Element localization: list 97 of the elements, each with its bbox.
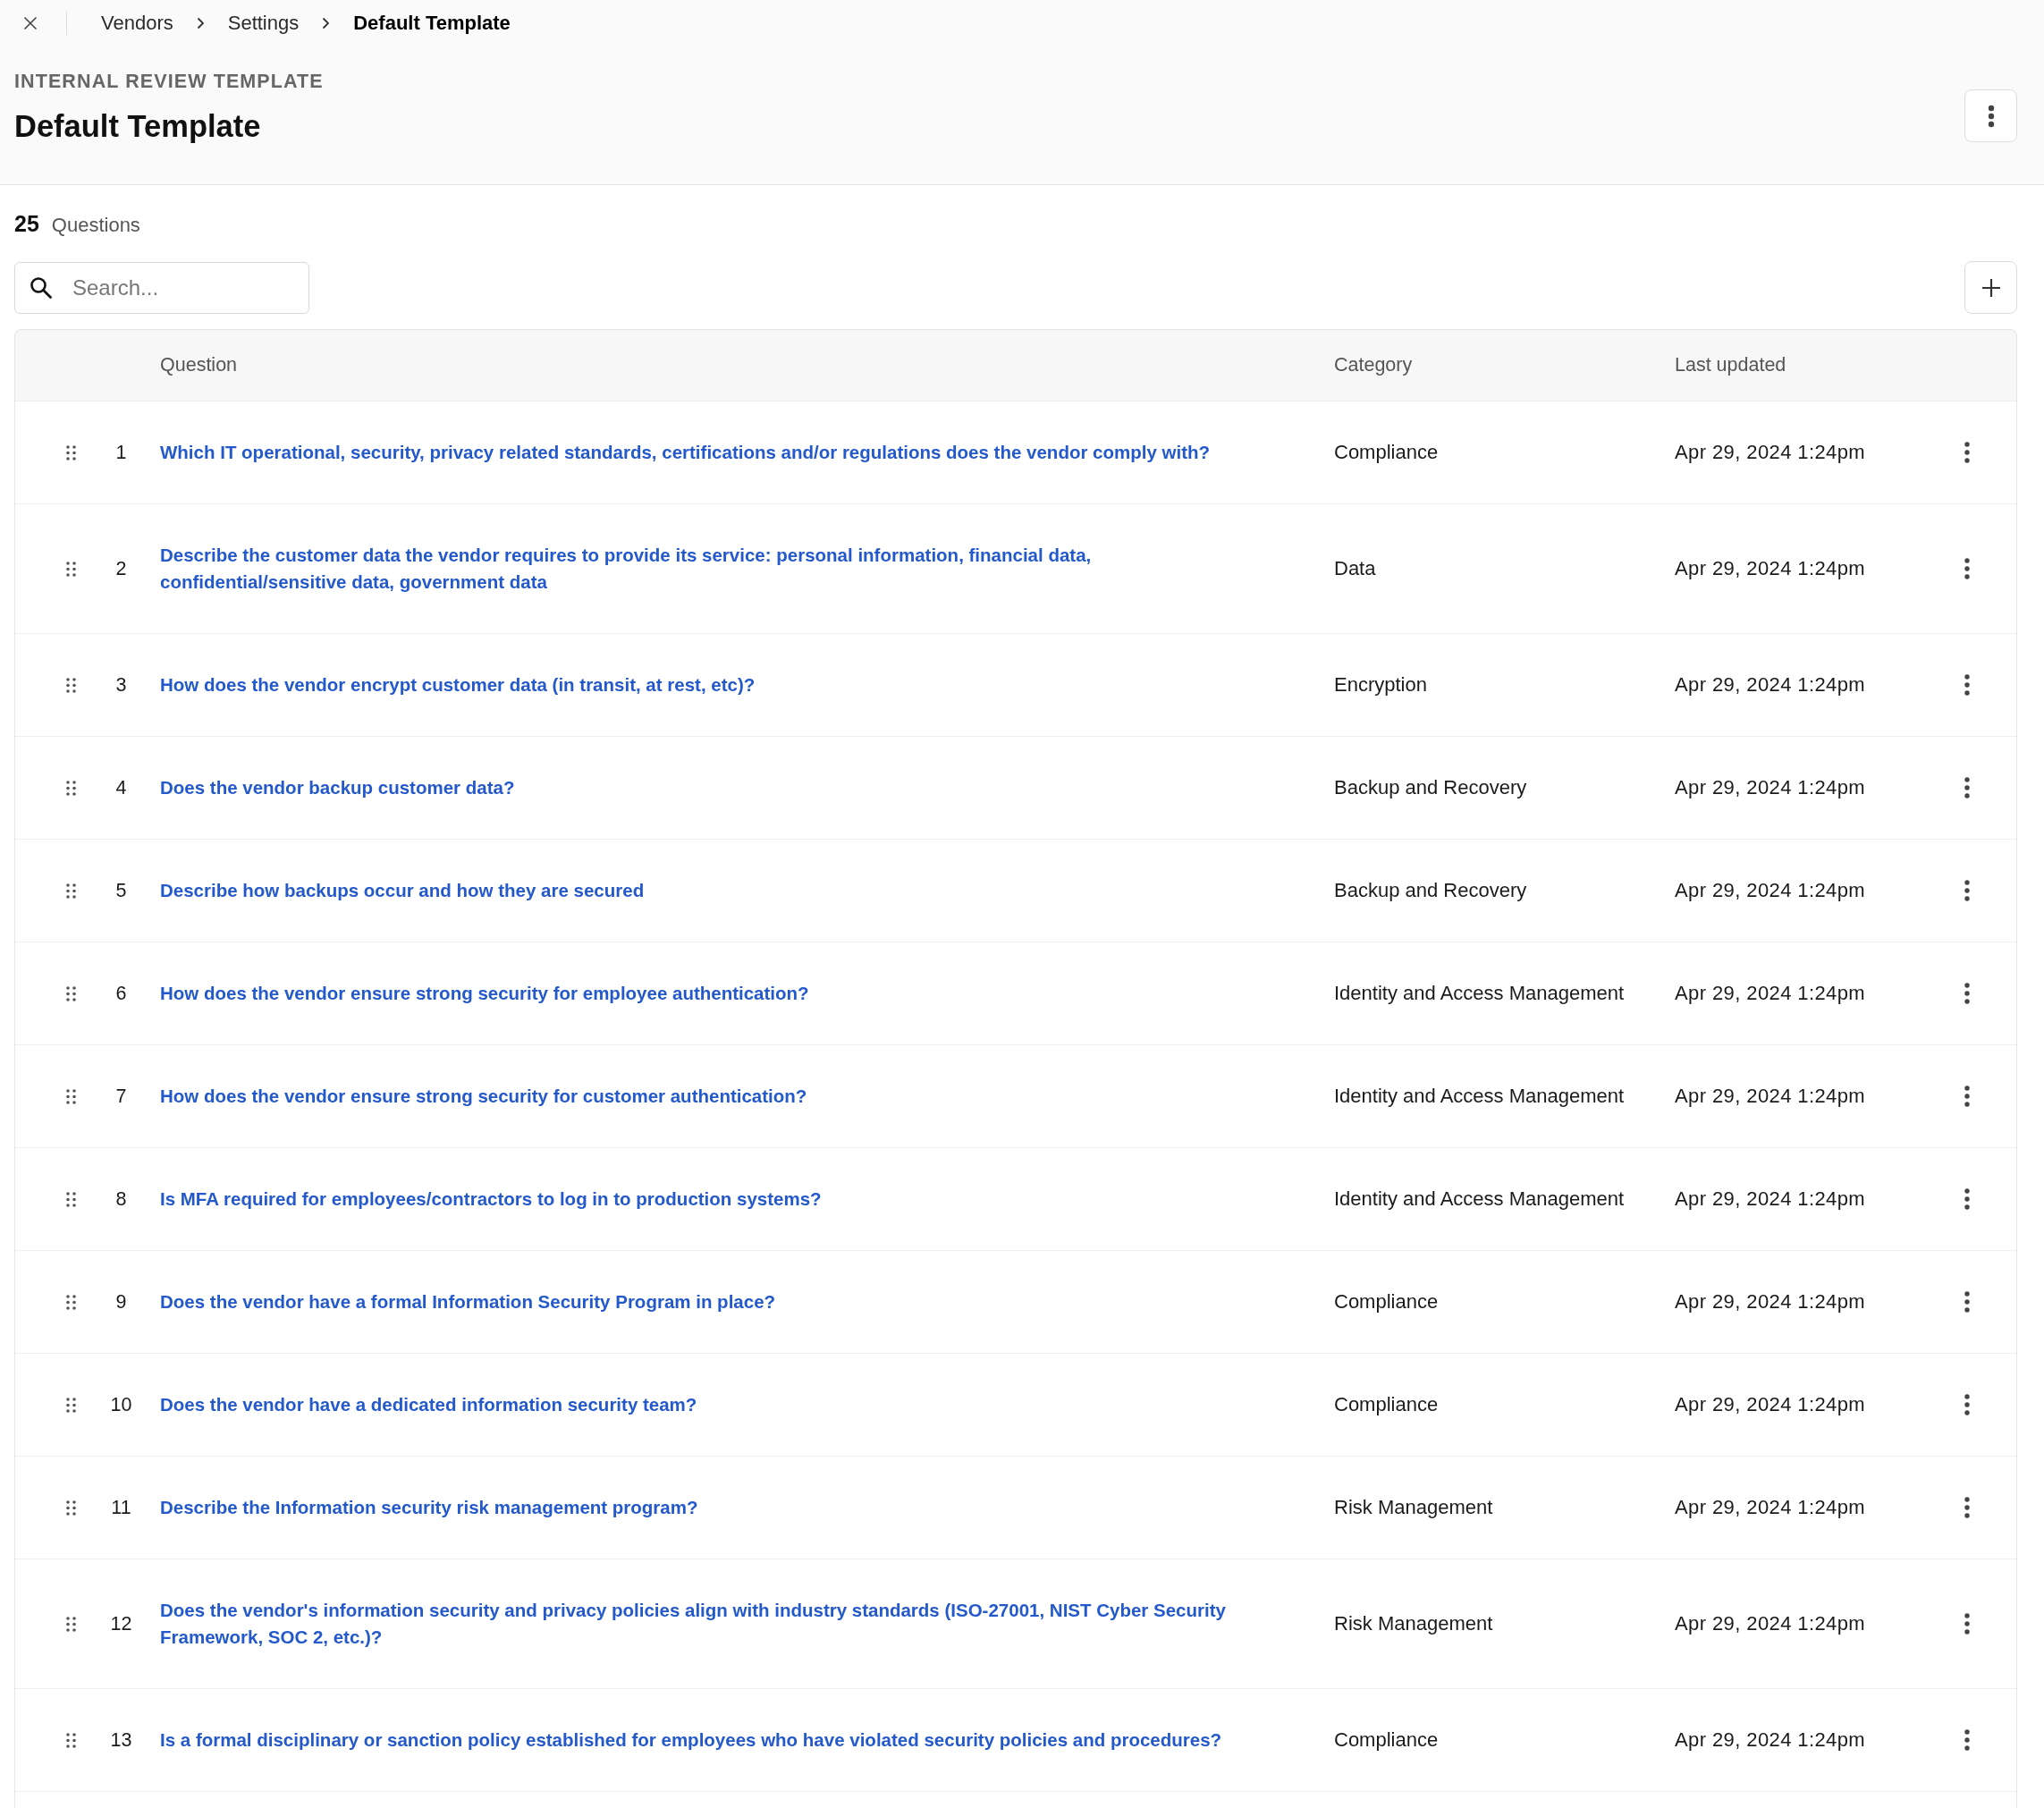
question-link[interactable]: Describe the Information security risk management program?	[160, 1494, 698, 1521]
column-header[interactable]: Last updated	[1675, 354, 1786, 376]
updated-date: Apr 29, 2024 1:24pm	[1675, 1289, 1866, 1314]
question-link[interactable]: Describe the customer data the vendor requires to provide its service: personal information, financial data, confidential/sensitive data, government data	[160, 542, 1255, 596]
updated-date: Apr 29, 2024 1:24pm	[1675, 440, 1866, 465]
more-icon	[1987, 104, 1995, 128]
row-number: 8	[115, 1187, 127, 1212]
drag-handle-icon[interactable]	[66, 677, 76, 693]
page-title: Default Template	[14, 108, 261, 144]
more-icon[interactable]	[1964, 880, 1970, 901]
updated-date: Apr 29, 2024 1:24pm	[1675, 878, 1866, 903]
chevron-right-icon	[322, 17, 331, 30]
updated-date: Apr 29, 2024 1:24pm	[1675, 556, 1866, 581]
category-label: Encryption	[1334, 672, 1427, 697]
row-number: 3	[115, 673, 127, 697]
add-button[interactable]	[1964, 261, 2017, 314]
category-label: Data	[1334, 556, 1376, 581]
more-icon[interactable]	[1964, 1729, 1970, 1751]
updated-date: Apr 29, 2024 1:24pm	[1675, 775, 1866, 800]
row-number: 2	[115, 557, 127, 581]
row-number: 7	[115, 1085, 127, 1109]
row-number: 4	[115, 776, 127, 800]
category-label: Compliance	[1334, 1289, 1439, 1314]
category-label: Identity and Access Management	[1334, 1084, 1625, 1109]
close-icon[interactable]	[23, 16, 38, 30]
row-number: 13	[110, 1728, 132, 1753]
category-label: Risk Management	[1334, 1495, 1493, 1520]
drag-handle-icon[interactable]	[66, 1500, 76, 1516]
category-label: Compliance	[1334, 440, 1439, 465]
row-number: 9	[115, 1290, 127, 1314]
drag-handle-icon[interactable]	[66, 1732, 76, 1748]
drag-handle-icon[interactable]	[66, 883, 76, 899]
question-link[interactable]: Does the vendor have a dedicated information security team?	[160, 1391, 697, 1418]
updated-date: Apr 29, 2024 1:24pm	[1675, 1495, 1866, 1520]
updated-date: Apr 29, 2024 1:24pm	[1675, 1611, 1866, 1636]
row-number: 5	[115, 879, 127, 903]
column-header[interactable]: Question	[146, 354, 238, 376]
drag-handle-icon[interactable]	[66, 780, 76, 796]
question-link[interactable]: How does the vendor ensure strong security for customer authentication?	[160, 1083, 807, 1110]
category-label: Risk Management	[1334, 1611, 1493, 1636]
more-icon[interactable]	[1964, 1394, 1970, 1415]
question-link[interactable]: Which IT operational, security, privacy related standards, certifications and/or regulations does the vendor comply with?	[160, 439, 1211, 466]
question-count: 25	[14, 210, 39, 237]
drag-handle-icon[interactable]	[66, 1088, 76, 1104]
more-icon[interactable]	[1964, 558, 1970, 579]
breadcrumb-link[interactable]: Default Template	[353, 12, 511, 35]
chevron-right-icon	[196, 17, 205, 30]
plus-icon	[1981, 277, 2001, 298]
question-link[interactable]: Is a formal disciplinary or sanction policy established for employees who have violated security policies and procedures?	[160, 1727, 1222, 1753]
more-button[interactable]	[1964, 89, 2017, 142]
search-field[interactable]: Search...	[14, 261, 309, 314]
more-icon[interactable]	[1964, 983, 1970, 1004]
question-link[interactable]: Does the vendor's information security and privacy policies align with industry standards (ISO-27001, NIST Cyber Security Framework, SOC 2, etc.)?	[160, 1597, 1255, 1651]
row-number: 12	[110, 1612, 132, 1636]
drag-handle-icon[interactable]	[66, 1397, 76, 1413]
question-link[interactable]: Is MFA required for employees/contractors to log in to production systems?	[160, 1186, 822, 1212]
breadcrumb-link[interactable]: Vendors	[101, 12, 173, 35]
more-icon[interactable]	[1964, 1613, 1970, 1635]
updated-date: Apr 29, 2024 1:24pm	[1675, 1084, 1866, 1109]
category-label: Identity and Access Management	[1334, 981, 1625, 1006]
more-icon[interactable]	[1964, 442, 1970, 463]
category-label: Identity and Access Management	[1334, 1187, 1625, 1212]
page-eyebrow: INTERNAL REVIEW TEMPLATE	[14, 70, 324, 93]
question-link[interactable]: How does the vendor ensure strong security for employee authentication?	[160, 980, 809, 1007]
question-link[interactable]: Does the vendor have a formal Information Security Program in place?	[160, 1288, 776, 1315]
row-number: 11	[111, 1496, 131, 1520]
category-label: Backup and Recovery	[1334, 878, 1527, 903]
column-header[interactable]: Category	[1334, 354, 1413, 376]
question-count-label: Questions	[51, 213, 140, 238]
drag-handle-icon[interactable]	[66, 1616, 76, 1632]
row-number: 10	[110, 1393, 132, 1417]
search-icon	[30, 275, 52, 299]
drag-handle-icon[interactable]	[66, 985, 76, 1001]
updated-date: Apr 29, 2024 1:24pm	[1675, 1728, 1866, 1753]
category-label: Backup and Recovery	[1334, 775, 1527, 800]
more-icon[interactable]	[1964, 674, 1970, 696]
drag-handle-icon[interactable]	[66, 561, 76, 577]
updated-date: Apr 29, 2024 1:24pm	[1675, 981, 1866, 1006]
more-icon[interactable]	[1964, 777, 1970, 798]
more-icon[interactable]	[1964, 1086, 1970, 1107]
more-icon[interactable]	[1964, 1291, 1970, 1313]
question-link[interactable]: How does the vendor encrypt customer data (in transit, at rest, etc)?	[160, 672, 756, 698]
updated-date: Apr 29, 2024 1:24pm	[1675, 672, 1866, 697]
breadcrumb-link[interactable]: Settings	[227, 12, 300, 35]
drag-handle-icon[interactable]	[66, 1191, 76, 1207]
updated-date: Apr 29, 2024 1:24pm	[1675, 1187, 1866, 1212]
question-link[interactable]: Does the vendor backup customer data?	[160, 774, 515, 801]
category-label: Compliance	[1334, 1728, 1439, 1753]
row-number: 1	[115, 441, 127, 465]
more-icon[interactable]	[1964, 1188, 1970, 1210]
more-icon[interactable]	[1964, 1497, 1970, 1518]
drag-handle-icon[interactable]	[66, 444, 76, 460]
updated-date: Apr 29, 2024 1:24pm	[1675, 1392, 1866, 1417]
drag-handle-icon[interactable]	[66, 1294, 76, 1310]
question-link[interactable]: Describe how backups occur and how they are secured	[160, 877, 645, 904]
row-number: 6	[115, 982, 127, 1006]
category-label: Compliance	[1334, 1392, 1439, 1417]
